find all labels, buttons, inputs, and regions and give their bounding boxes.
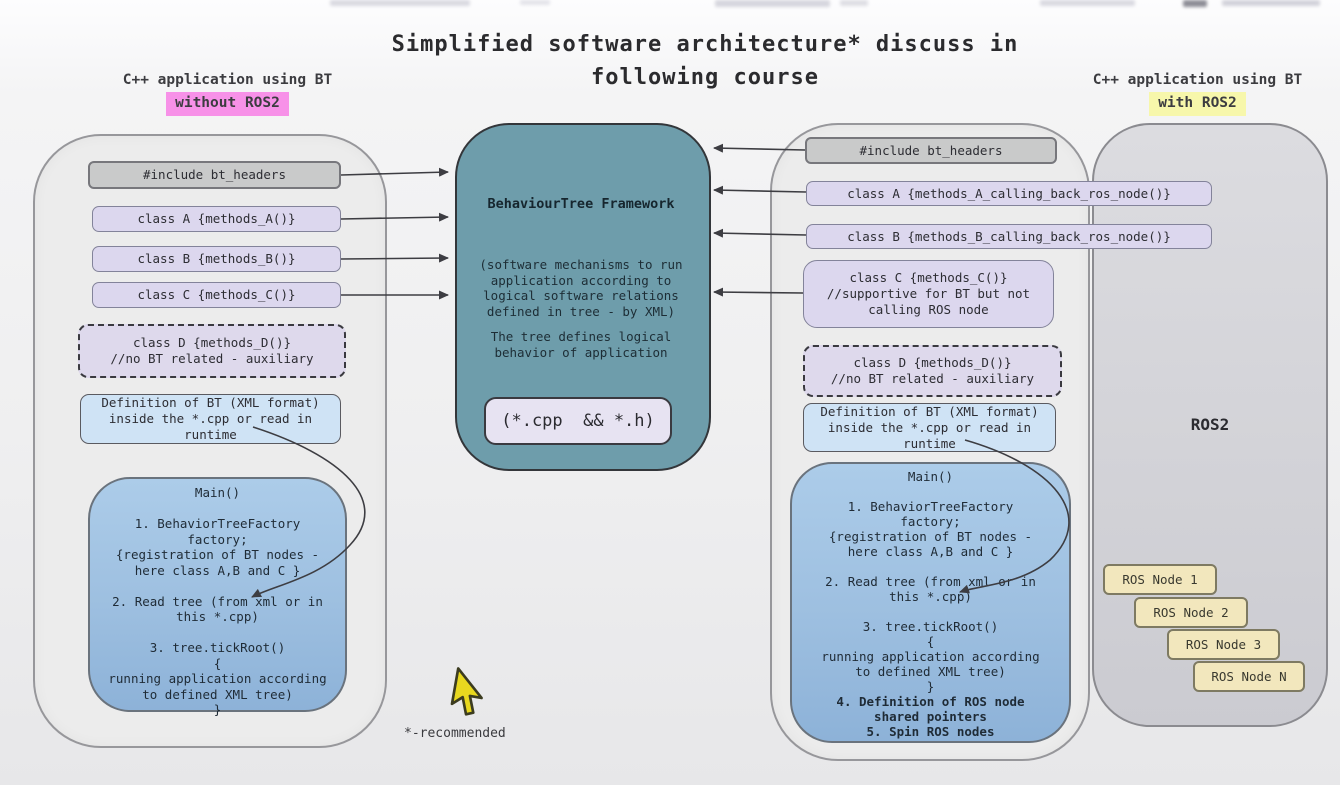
left-column-header: C++ application using BT without ROS2: [85, 70, 370, 116]
top-smudge: [715, 0, 830, 7]
right-bt-definition-box: Definition of BT (XML format) inside the…: [803, 403, 1056, 452]
right-class-c-box: class C {methods_C()} //supportive for B…: [803, 260, 1054, 328]
page-title-line1: Simplified software architecture* discus…: [340, 28, 1070, 61]
right-include-box: #include bt_headers: [805, 137, 1057, 164]
right-class-d-box: class D {methods_D()} //no BT related - …: [803, 345, 1062, 397]
ros-node-2: ROS Node 2: [1134, 597, 1248, 628]
left-class-b-box: class B {methods_B()}: [92, 246, 341, 272]
ros-node-1: ROS Node 1: [1103, 564, 1217, 595]
top-smudge: [840, 0, 868, 6]
left-bt-definition-box: Definition of BT (XML format) inside the…: [80, 394, 341, 444]
left-main-box: Main() 1. BehaviorTreeFactory factory; {…: [88, 477, 347, 712]
framework-description: (software mechanisms to run application …: [463, 257, 699, 319]
top-smudge: [1183, 0, 1207, 7]
right-main-text: Main() 1. BehaviorTreeFactory factory; {…: [821, 469, 1039, 694]
right-header-highlight: with ROS2: [1149, 92, 1246, 116]
right-main-box: Main() 1. BehaviorTreeFactory factory; {…: [790, 462, 1071, 743]
right-class-a-box: class A {methods_A_calling_back_ros_node…: [806, 181, 1212, 206]
framework-title: BehaviourTree Framework: [465, 196, 697, 212]
ros-node-n: ROS Node N: [1193, 661, 1305, 692]
right-class-b-box: class B {methods_B_calling_back_ros_node…: [806, 224, 1212, 249]
left-header-highlight: without ROS2: [166, 92, 289, 116]
top-smudge: [1222, 0, 1320, 6]
left-header-line1: C++ application using BT: [85, 70, 370, 91]
top-smudge: [330, 0, 470, 6]
recommended-footnote: *-recommended: [404, 726, 506, 741]
mouse-cursor-icon: [446, 666, 490, 721]
top-smudge: [1040, 0, 1135, 6]
left-class-c-box: class C {methods_C()}: [92, 282, 341, 308]
left-class-a-box: class A {methods_A()}: [92, 206, 341, 232]
top-smudge: [520, 0, 550, 5]
right-header-line1: C++ application using BT: [1055, 70, 1340, 91]
right-column-header: C++ application using BT with ROS2: [1055, 70, 1340, 116]
ros2-title: ROS2: [1130, 415, 1290, 434]
right-main-ros-steps: 4. Definition of ROS node shared pointer…: [836, 694, 1024, 739]
page-title-line2: following course: [340, 61, 1070, 94]
framework-files-box: (*.cpp && *.h): [484, 397, 672, 445]
left-class-d-box: class D {methods_D()} //no BT related - …: [78, 324, 346, 378]
page-title: Simplified software architecture* discus…: [340, 28, 1070, 94]
left-include-box: #include bt_headers: [88, 161, 341, 189]
ros-node-3: ROS Node 3: [1167, 629, 1280, 660]
framework-description-2: The tree defines logical behavior of app…: [463, 329, 699, 360]
diagram-canvas: Simplified software architecture* discus…: [0, 0, 1340, 785]
